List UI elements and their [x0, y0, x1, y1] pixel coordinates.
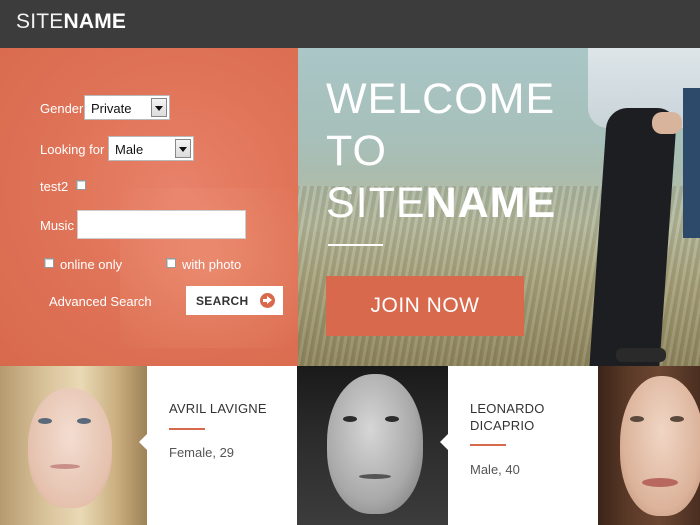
- gender-select-value: Private: [91, 101, 132, 116]
- hero-welcome-line1: WELCOME: [326, 75, 556, 123]
- profile-face: [620, 376, 700, 516]
- site-logo[interactable]: SITENAME: [16, 10, 126, 34]
- looking-for-label: Looking for: [40, 142, 105, 157]
- chevron-down-icon[interactable]: [151, 98, 167, 117]
- profile-card-avril-lavigne[interactable]: AVRIL LAVIGNE Female, 29: [139, 366, 297, 525]
- logo-text-bold: NAME: [63, 10, 127, 33]
- search-panel: Gender Private Looking for Male test2 Mu…: [0, 48, 298, 366]
- profile-mouth: [642, 478, 678, 487]
- search-button[interactable]: SEARCH: [186, 286, 283, 315]
- with-photo-checkbox[interactable]: [166, 258, 176, 268]
- arrow-right-circle-icon: [260, 293, 275, 308]
- profile-card-leonardo-dicaprio[interactable]: LEONARDO DICAPRIO Male, 40: [440, 366, 598, 525]
- profile-photo-leonardo-dicaprio[interactable]: [297, 366, 448, 525]
- hero-sitename-bold: NAME: [425, 179, 557, 227]
- hero-banner: WELCOME TO SITENAME JOIN NOW: [298, 48, 700, 366]
- looking-for-select-value: Male: [115, 142, 144, 157]
- hero-couple-hands: [652, 112, 682, 134]
- test2-label: test2: [40, 179, 69, 194]
- logo-text-thin: SITE: [16, 10, 64, 33]
- profile-detail: Male, 40: [470, 462, 520, 477]
- profile-eye-left: [343, 416, 357, 422]
- site-header: SITENAME: [0, 0, 700, 48]
- with-photo-label: with photo: [182, 257, 242, 272]
- gender-label: Gender: [40, 101, 84, 116]
- profile-eye-left: [630, 416, 644, 422]
- hero-couple-jeans: [683, 88, 700, 238]
- search-button-label: SEARCH: [196, 294, 249, 308]
- profile-name: LEONARDO DICAPRIO: [470, 400, 545, 434]
- hero-divider: [328, 244, 383, 246]
- profile-eye-right: [77, 418, 91, 424]
- online-only-checkbox[interactable]: [44, 258, 54, 268]
- profile-divider: [169, 428, 205, 430]
- online-only-label: online only: [60, 257, 123, 272]
- music-input[interactable]: [77, 210, 246, 239]
- profile-mouth: [359, 474, 391, 479]
- hero-couple-shoe: [616, 348, 666, 362]
- music-label: Music: [40, 218, 74, 233]
- profile-name-line2: DICAPRIO: [470, 418, 535, 433]
- join-now-button[interactable]: JOIN NOW: [326, 276, 524, 336]
- advanced-search-link[interactable]: Advanced Search: [49, 294, 152, 309]
- profile-eye-left: [38, 418, 52, 424]
- profile-face: [327, 374, 423, 514]
- hero-welcome-line2: TO: [326, 127, 387, 175]
- profile-photo-third[interactable]: [598, 366, 700, 525]
- hero-welcome-line3: SITENAME: [326, 178, 556, 228]
- looking-for-select[interactable]: Male: [108, 136, 194, 161]
- test2-checkbox[interactable]: [76, 180, 86, 190]
- profile-eye-right: [385, 416, 399, 422]
- profile-face: [28, 388, 112, 508]
- hero-sitename-thin: SITE: [326, 179, 426, 227]
- profile-detail: Female, 29: [169, 445, 235, 460]
- profile-name-line1: AVRIL LAVIGNE: [169, 401, 267, 416]
- gender-select[interactable]: Private: [84, 95, 170, 120]
- profile-divider: [470, 444, 506, 446]
- profile-mouth: [50, 464, 80, 469]
- profile-photo-avril-lavigne[interactable]: [0, 366, 147, 525]
- profile-name-line1: LEONARDO: [470, 401, 545, 416]
- chevron-down-icon[interactable]: [175, 139, 191, 158]
- profile-name: AVRIL LAVIGNE: [169, 400, 267, 417]
- profile-eye-right: [670, 416, 684, 422]
